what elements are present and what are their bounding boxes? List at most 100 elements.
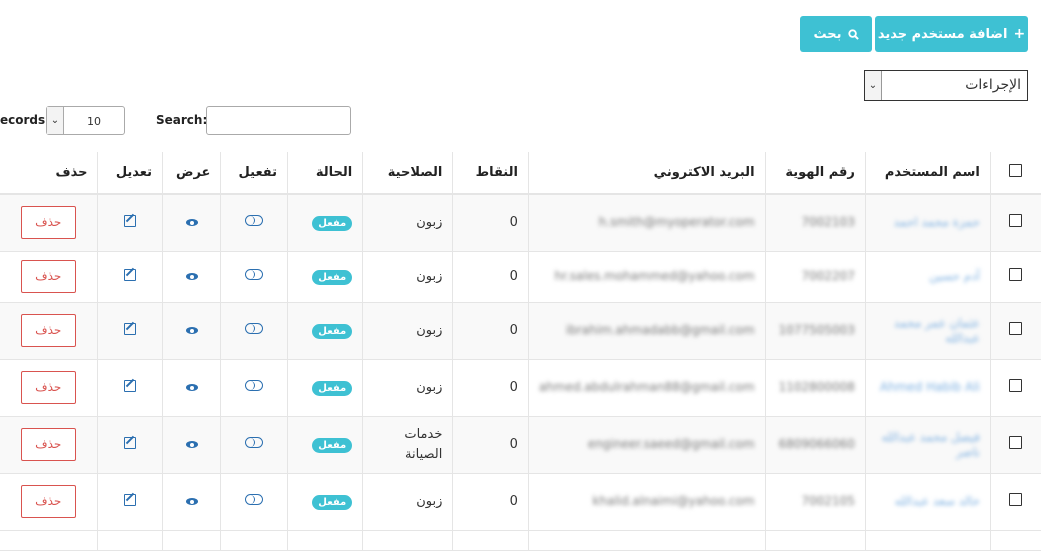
email: h.smith@myoperator.com xyxy=(598,215,755,230)
eye-icon[interactable] xyxy=(185,273,198,280)
email-cell: hr.sales.mohammed@yahoo.com xyxy=(527,251,766,303)
row-select-cell xyxy=(989,473,1041,531)
search-button[interactable]: بحث xyxy=(800,16,872,52)
header-points[interactable]: النقاط xyxy=(452,152,529,195)
toggle-icon[interactable] xyxy=(245,380,264,391)
add-user-button[interactable]: اضافة مستخدم جديد + xyxy=(875,16,1028,52)
activate-cell xyxy=(220,416,288,474)
toggle-icon[interactable] xyxy=(245,269,264,280)
user-name-cell: حمزة محمد احمد xyxy=(864,194,991,252)
id-number-cell: 7002105 xyxy=(764,473,866,531)
email: ahmed.abdulrahman88@gmail.com xyxy=(538,380,755,394)
row-checkbox[interactable] xyxy=(1009,436,1023,449)
points-cell: 0 xyxy=(452,302,529,360)
delete-button[interactable]: حذف xyxy=(20,314,76,347)
user-name-cell: عثمان عمر محمد عبدالله xyxy=(864,302,991,360)
toggle-icon[interactable] xyxy=(245,494,264,505)
select-all-checkbox[interactable] xyxy=(1009,164,1023,177)
row-select-cell xyxy=(989,302,1041,360)
eye-icon[interactable] xyxy=(185,219,198,227)
user-name-link[interactable]: Ahmed Habib Ali xyxy=(880,380,980,394)
delete-cell: حذف xyxy=(0,473,98,531)
search-icon xyxy=(847,28,859,40)
toggle-icon[interactable] xyxy=(245,215,264,227)
email-cell: engineer.saeed@gmail.com xyxy=(527,416,766,474)
eye-icon[interactable] xyxy=(185,327,198,334)
header-permission[interactable]: الصلاحية xyxy=(362,152,453,195)
id-number-cell: 6809066060 xyxy=(764,416,866,474)
toggle-icon[interactable] xyxy=(245,437,264,448)
activate-cell xyxy=(220,194,288,252)
eye-icon[interactable] xyxy=(185,441,198,448)
email-cell: ibrahim.ahmadabb@gmail.com xyxy=(527,302,766,360)
user-name-cell: فيصل محمد عبدالله ناصر xyxy=(864,416,991,474)
chevron-down-icon: ⌄ xyxy=(865,71,882,100)
id-number: 7002105 xyxy=(801,494,855,508)
id-number: 7002103 xyxy=(801,215,855,230)
table-row: عثمان عمر محمد عبدالله 1077505003 ibrahim.… xyxy=(0,302,1041,360)
points-cell: 0 xyxy=(452,416,529,474)
bulk-actions-select[interactable]: ⌄ الإجراءات xyxy=(864,70,1028,101)
permission-cell: زبون xyxy=(362,359,453,417)
select-all-cell xyxy=(989,152,1041,195)
table-cell xyxy=(764,530,866,551)
user-name-link[interactable]: عثمان عمر محمد عبدالله xyxy=(894,316,980,345)
table-cell xyxy=(527,530,766,551)
header-email[interactable]: البريد الاكتروني xyxy=(527,152,766,195)
eye-icon[interactable] xyxy=(185,384,198,391)
table-row-partial xyxy=(0,530,1041,551)
permission-cell: زبون xyxy=(362,302,453,360)
status-badge: مفعل xyxy=(312,323,353,339)
page-length-select[interactable]: ⌄ 10 xyxy=(46,106,125,135)
table-cell xyxy=(452,530,529,551)
permission: زبون xyxy=(416,268,443,284)
plus-icon: + xyxy=(1013,26,1026,42)
permission-cell: زبون xyxy=(362,473,453,531)
user-name-link[interactable]: فيصل محمد عبدالله ناصر xyxy=(882,430,980,459)
row-checkbox[interactable] xyxy=(1009,493,1023,506)
header-name[interactable]: اسم المستخدم xyxy=(864,152,991,195)
user-name-link[interactable]: خالد سعد عبدالله xyxy=(895,494,980,508)
table-cell xyxy=(162,530,221,551)
table-search-input[interactable] xyxy=(206,106,351,135)
header-activate[interactable]: تفعيل xyxy=(220,152,288,195)
row-checkbox[interactable] xyxy=(1009,268,1023,281)
edit-icon[interactable] xyxy=(124,322,137,335)
delete-button[interactable]: حذف xyxy=(20,371,76,404)
header-edit[interactable]: تعديل xyxy=(97,152,163,195)
edit-icon[interactable] xyxy=(124,493,137,506)
toggle-icon[interactable] xyxy=(245,323,264,334)
points: 0 xyxy=(509,437,518,452)
eye-icon[interactable] xyxy=(185,498,198,505)
delete-button[interactable]: حذف xyxy=(20,485,76,518)
table-cell xyxy=(0,530,98,551)
header-delete[interactable]: حذف xyxy=(0,152,98,195)
user-name-cell: Ahmed Habib Ali xyxy=(864,359,991,417)
delete-button[interactable]: حذف xyxy=(20,206,76,240)
view-cell xyxy=(162,194,221,252)
header-status[interactable]: الحالة xyxy=(287,152,363,195)
activate-cell xyxy=(220,359,288,417)
permission-cell: زبون xyxy=(362,251,453,303)
user-name-link[interactable]: حمزة محمد احمد xyxy=(894,215,980,229)
user-name-link[interactable]: آدم حسين xyxy=(929,269,980,283)
delete-cell: حذف xyxy=(0,302,98,360)
row-select-cell xyxy=(989,416,1041,474)
header-view[interactable]: عرض xyxy=(162,152,221,195)
edit-cell xyxy=(97,251,163,303)
points-cell: 0 xyxy=(452,194,529,252)
row-checkbox[interactable] xyxy=(1009,214,1023,228)
chevron-down-icon: ⌄ xyxy=(47,107,64,134)
edit-icon[interactable] xyxy=(124,436,137,449)
delete-button[interactable]: حذف xyxy=(20,260,76,293)
row-checkbox[interactable] xyxy=(1009,379,1023,392)
table-cell xyxy=(864,530,991,551)
edit-icon[interactable] xyxy=(124,268,137,281)
header-id-number[interactable]: رقم الهوية xyxy=(764,152,866,195)
delete-button[interactable]: حذف xyxy=(20,428,76,461)
edit-icon[interactable] xyxy=(124,379,137,392)
activate-cell xyxy=(220,251,288,303)
status-badge: مفعل xyxy=(312,494,353,510)
edit-icon[interactable] xyxy=(124,214,137,227)
row-checkbox[interactable] xyxy=(1009,322,1023,335)
